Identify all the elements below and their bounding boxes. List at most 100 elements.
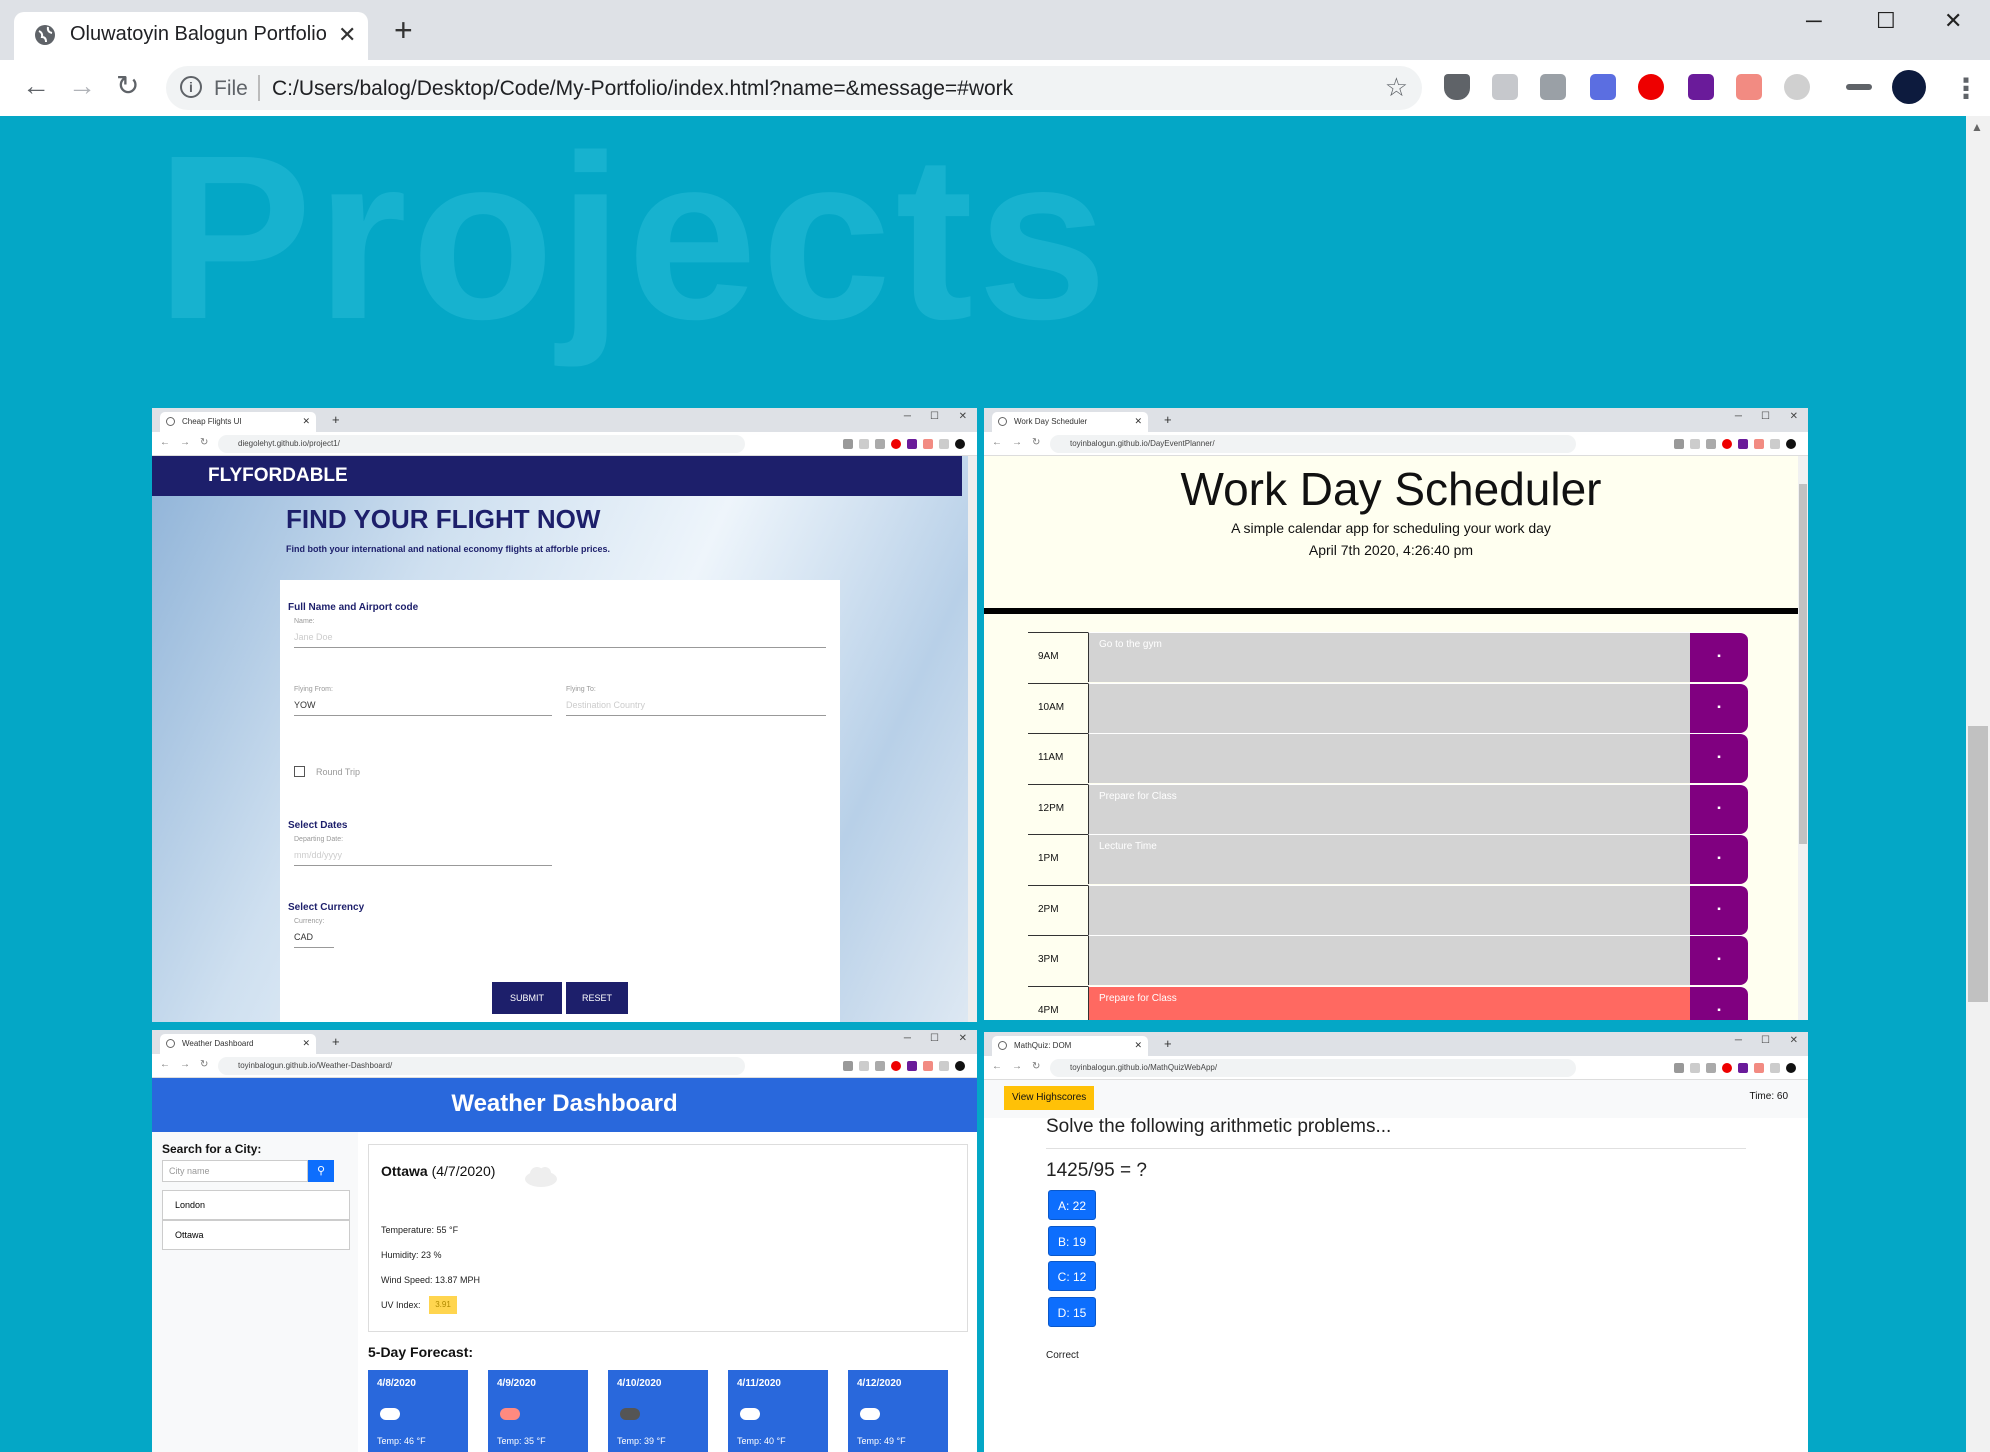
- minimize-button[interactable]: ─: [1806, 8, 1822, 34]
- reset-button[interactable]: RESET: [566, 982, 628, 1014]
- cloud-icon: [740, 1408, 760, 1420]
- forecast-date: 4/9/2020: [497, 1378, 536, 1389]
- name-input[interactable]: Jane Doe: [294, 632, 826, 648]
- s-badge-icon[interactable]: [1590, 74, 1616, 100]
- event-textarea[interactable]: Go to the gym: [1088, 632, 1690, 682]
- arrow-icon[interactable]: [1736, 74, 1762, 100]
- mini-address-bar: diegolehyt.github.io/project1/: [218, 435, 745, 453]
- answer-button[interactable]: B: 19: [1048, 1225, 1096, 1256]
- mini-extensions: [1586, 439, 1796, 449]
- stop-icon[interactable]: [1638, 74, 1664, 100]
- forecast-temp: Temp: 39 °F: [617, 1436, 666, 1446]
- browser-tab[interactable]: Oluwatoyin Balogun Portfolio ✕: [14, 12, 368, 60]
- hour-label: 1PM: [1028, 834, 1088, 884]
- save-button[interactable]: ▪: [1690, 733, 1748, 783]
- history-item[interactable]: London: [162, 1190, 350, 1220]
- scrollbar-thumb[interactable]: [1968, 726, 1988, 1002]
- scroll-up-arrow-icon[interactable]: ▲: [1971, 120, 1983, 134]
- departing-date-input[interactable]: mm/dd/yyyy: [294, 850, 552, 866]
- back-button[interactable]: ←: [22, 72, 50, 100]
- tab-close-button[interactable]: ✕: [338, 22, 356, 48]
- save-button[interactable]: ▪: [1690, 632, 1748, 682]
- k-icon[interactable]: [1540, 74, 1566, 100]
- forward-button[interactable]: →: [68, 72, 96, 100]
- event-textarea[interactable]: [1088, 884, 1690, 935]
- project-card-scheduler[interactable]: Work Day Scheduler ✕ + ─ ☐ ✕ ← → ↻ toyinb…: [984, 408, 1808, 1020]
- close-window-button[interactable]: ✕: [1944, 8, 1962, 34]
- close-icon: ✕: [302, 1038, 310, 1048]
- mini-address-bar: toyinbalogun.github.io/MathQuizWebApp/: [1050, 1059, 1576, 1077]
- event-textarea[interactable]: Prepare for Class: [1088, 985, 1690, 1020]
- event-textarea[interactable]: [1088, 733, 1690, 783]
- save-button[interactable]: ▪: [1690, 884, 1748, 935]
- profile-avatar[interactable]: [1892, 70, 1926, 104]
- submit-button[interactable]: SUBMIT: [492, 982, 562, 1014]
- wind-speed: Wind Speed: 13.87 MPH: [381, 1275, 481, 1285]
- url-text[interactable]: C:/Users/balog/Desktop/Code/My-Portfolio…: [272, 77, 1013, 101]
- info-icon[interactable]: i: [180, 76, 202, 98]
- currency-select[interactable]: CAD: [294, 932, 334, 948]
- mini-tab-title: MathQuiz: DOM: [1014, 1041, 1072, 1050]
- view-highscores-button[interactable]: View Highscores: [1004, 1086, 1095, 1110]
- close-icon: ✕: [1789, 411, 1798, 422]
- answer-button[interactable]: D: 15: [1048, 1296, 1096, 1327]
- mini-tab-title: Work Day Scheduler: [1014, 417, 1088, 426]
- search-button[interactable]: ⚲: [308, 1160, 334, 1182]
- answer-button[interactable]: A: 22: [1048, 1190, 1096, 1220]
- scheduler-title: Work Day Scheduler: [1180, 463, 1602, 515]
- forward-icon: →: [180, 1059, 190, 1070]
- playlist-icon[interactable]: [1846, 84, 1872, 90]
- p-badge-icon[interactable]: [1688, 74, 1714, 100]
- uv-badge: 3.91: [429, 1296, 457, 1314]
- reload-button[interactable]: ↻: [116, 72, 139, 100]
- mini-tab: MathQuiz: DOM ✕: [992, 1036, 1148, 1056]
- reload-icon: ↻: [1032, 437, 1041, 448]
- answer-button[interactable]: C: 12: [1048, 1261, 1096, 1291]
- save-icon: ▪: [1717, 701, 1721, 713]
- hour-label: 3PM: [1028, 935, 1088, 985]
- mini-tab-strip: Weather Dashboard ✕ + ─ ☐ ✕: [152, 1030, 977, 1054]
- save-button[interactable]: ▪: [1690, 682, 1748, 733]
- flying-to-input[interactable]: Destination Country: [566, 700, 826, 716]
- time-block: 4PM Prepare for Class ▪: [1028, 985, 1748, 1020]
- event-textarea[interactable]: Lecture Time: [1088, 834, 1690, 884]
- form-section-title: Select Currency: [288, 902, 365, 913]
- address-bar[interactable]: i File C:/Users/balog/Desktop/Code/My-Po…: [166, 66, 1422, 110]
- globe-icon: [166, 417, 175, 426]
- maximize-button[interactable]: ☐: [1876, 8, 1896, 34]
- time-block: 3PM ▪: [1028, 935, 1748, 985]
- round-trip-checkbox[interactable]: [294, 766, 305, 777]
- new-tab-button[interactable]: +: [394, 14, 413, 46]
- scheme-label: File: [214, 77, 248, 100]
- hero-subheadline: Find both your international and nationa…: [286, 544, 611, 554]
- project-card-weather[interactable]: Weather Dashboard ✕ + ─ ☐ ✕ ← → ↻ toyinba…: [152, 1030, 977, 1452]
- save-button[interactable]: ▪: [1690, 935, 1748, 985]
- time-block: 2PM ▪: [1028, 884, 1748, 935]
- project-card-quiz[interactable]: MathQuiz: DOM ✕ + ─ ☐ ✕ ← → ↻ toyinbalogu…: [984, 1032, 1808, 1452]
- event-textarea[interactable]: [1088, 935, 1690, 985]
- shield-icon[interactable]: [1444, 74, 1470, 100]
- bookmark-star-icon[interactable]: ☆: [1385, 72, 1408, 103]
- current-date: April 7th 2020, 4:26:40 pm: [1308, 542, 1474, 558]
- save-button[interactable]: ▪: [1690, 783, 1748, 834]
- circle-icon[interactable]: [1784, 74, 1810, 100]
- divider: [1046, 1148, 1746, 1149]
- forward-icon: →: [1012, 1061, 1022, 1072]
- event-textarea[interactable]: Prepare for Class: [1088, 783, 1690, 834]
- cloud-icon: [860, 1408, 880, 1420]
- reload-icon: ↻: [200, 1059, 209, 1070]
- flying-from-input[interactable]: YOW: [294, 700, 552, 716]
- forecast-temp: Temp: 35 °F: [497, 1436, 546, 1446]
- project-card-flights[interactable]: Cheap Flights UI ✕ + ─ ☐ ✕ ← → ↻ diegoleh…: [152, 408, 977, 1022]
- city-search-input[interactable]: City name: [162, 1160, 308, 1182]
- forecast-card: 4/9/2020 Temp: 35 °F: [488, 1370, 588, 1452]
- timer: Time: 60: [1749, 1091, 1788, 1102]
- history-item[interactable]: Ottawa: [162, 1220, 350, 1250]
- save-button[interactable]: ▪: [1690, 834, 1748, 884]
- globe-icon: [35, 25, 55, 45]
- event-textarea[interactable]: [1088, 682, 1690, 733]
- r-icon[interactable]: [1492, 74, 1518, 100]
- save-button[interactable]: ▪: [1690, 985, 1748, 1020]
- browser-chrome: Oluwatoyin Balogun Portfolio ✕ + ─ ☐ ✕ ←…: [0, 0, 1990, 116]
- menu-icon[interactable]: ⋮: [1952, 72, 1980, 105]
